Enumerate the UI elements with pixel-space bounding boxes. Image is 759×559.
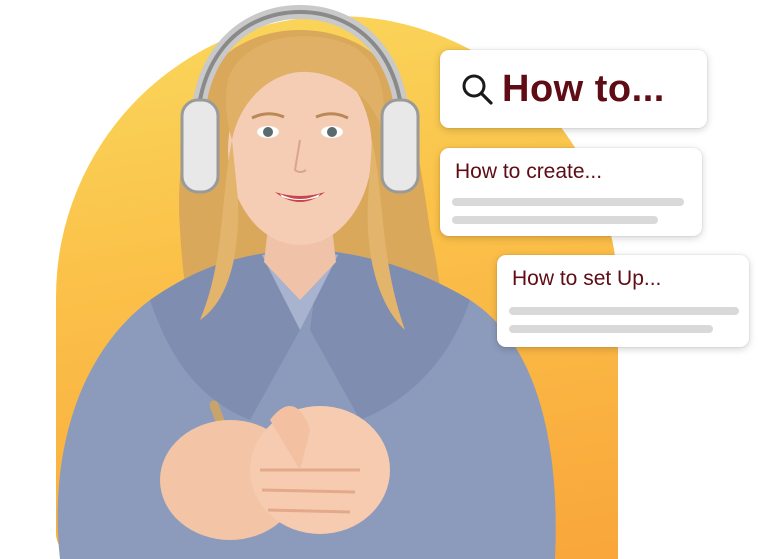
search-result-title: How to set Up... [512,267,662,290]
placeholder-line [509,307,739,315]
search-query-text: How to... [502,67,665,110]
placeholder-line [452,198,684,206]
search-result-card[interactable]: How to create... [440,148,702,236]
search-icon [462,74,493,105]
placeholder-line [452,216,658,224]
search-result-card[interactable]: How to set Up... [497,255,749,347]
search-box[interactable]: How to... [440,50,707,128]
search-result-title: How to create... [455,160,603,183]
hero-illustration: How to... How to create... How to set Up… [0,0,759,559]
placeholder-line [509,325,713,333]
